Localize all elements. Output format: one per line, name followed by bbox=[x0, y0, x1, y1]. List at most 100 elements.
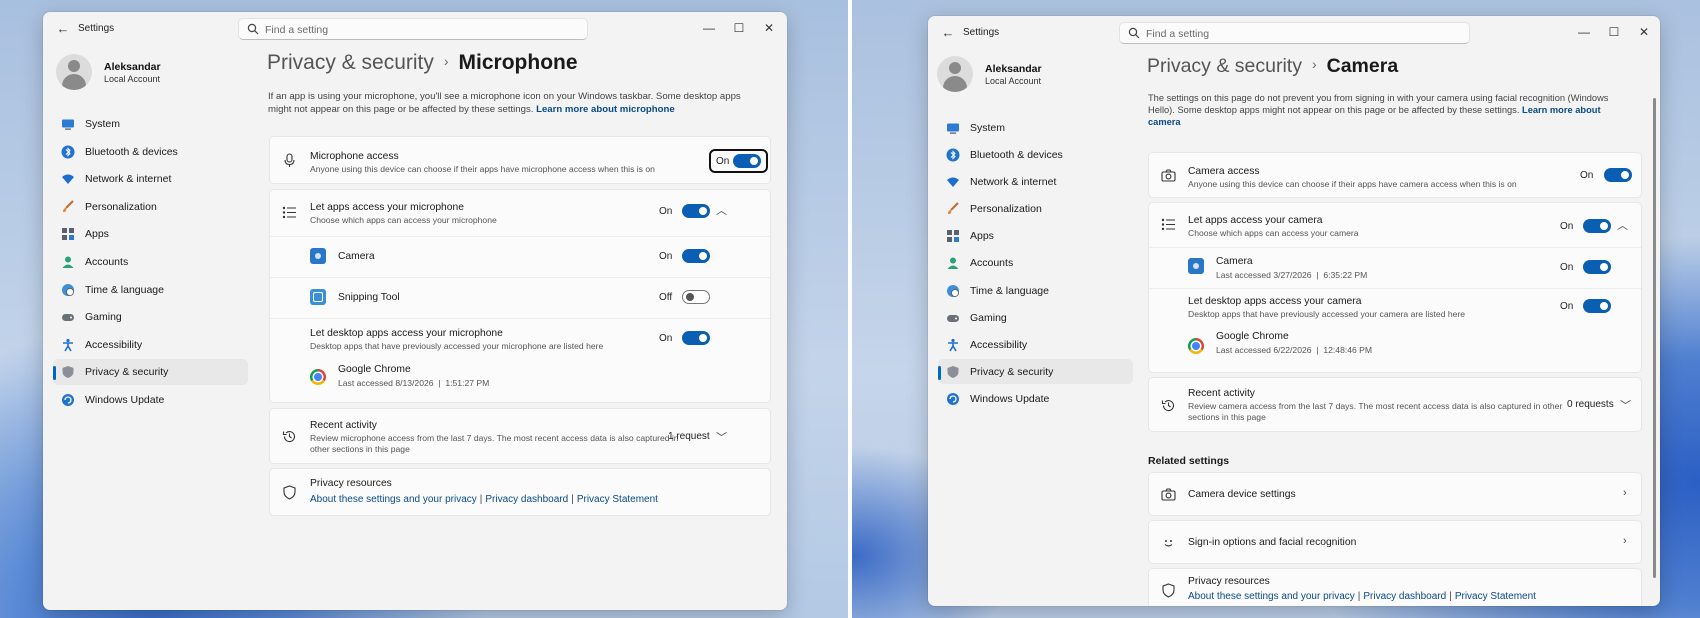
minimize-button[interactable]: — bbox=[1570, 22, 1598, 42]
about-privacy-link[interactable]: About these settings and your privacy bbox=[310, 494, 477, 505]
toggle-state: On bbox=[1560, 262, 1574, 273]
app-row-camera: Camera On bbox=[270, 237, 770, 277]
camera-access-toggle[interactable] bbox=[1604, 168, 1632, 182]
setting-description-2: sections in this page bbox=[1188, 412, 1266, 422]
chevron-up-icon[interactable]: ︿ bbox=[1617, 217, 1628, 233]
sidebar-item-gaming[interactable]: Gaming bbox=[53, 304, 248, 330]
camera-app-icon bbox=[1188, 258, 1204, 274]
camera-app-toggle[interactable] bbox=[1583, 260, 1611, 274]
user-profile[interactable]: Aleksandar Local Account bbox=[937, 56, 1117, 96]
apps-icon bbox=[947, 230, 959, 243]
gamepad-icon bbox=[62, 314, 74, 322]
setting-title: Privacy resources bbox=[310, 478, 392, 489]
camera-icon bbox=[1161, 169, 1176, 182]
sidebar-item-accessibility[interactable]: Accessibility bbox=[53, 332, 248, 358]
learn-more-link-camera[interactable]: camera bbox=[1148, 117, 1181, 127]
snipping-tool-toggle[interactable] bbox=[682, 290, 710, 304]
app-title: Settings bbox=[78, 23, 115, 34]
learn-more-link[interactable]: Learn more about microphone bbox=[536, 104, 675, 115]
chevron-up-icon[interactable]: ︿ bbox=[716, 202, 727, 218]
learn-more-link[interactable]: Learn more about bbox=[1522, 105, 1601, 115]
chevron-down-icon[interactable]: ﹀ bbox=[1620, 397, 1631, 413]
desktop-apps-toggle[interactable] bbox=[1583, 299, 1611, 313]
breadcrumb-separator: › bbox=[1311, 56, 1317, 72]
let-apps-access-toggle[interactable] bbox=[1583, 219, 1611, 233]
sidebar-item-system[interactable]: System bbox=[938, 115, 1133, 141]
app-title: Settings bbox=[963, 27, 1000, 38]
sidebar-item-accessibility[interactable]: Accessibility bbox=[938, 332, 1133, 358]
sidebar-item-network[interactable]: Network & internet bbox=[938, 169, 1133, 195]
privacy-dashboard-link[interactable]: Privacy dashboard bbox=[485, 494, 568, 505]
maximize-button[interactable]: ☐ bbox=[1600, 22, 1628, 42]
accessibility-icon bbox=[948, 338, 958, 352]
minimize-button[interactable]: — bbox=[695, 18, 723, 38]
user-name: Aleksandar bbox=[985, 63, 1042, 75]
sidebar-item-bluetooth[interactable]: Bluetooth & devices bbox=[53, 139, 248, 165]
sidebar-item-label: Personalization bbox=[85, 200, 157, 213]
user-profile[interactable]: Aleksandar Local Account bbox=[56, 54, 236, 94]
camera-access-card: Camera access Anyone using this device c… bbox=[1148, 152, 1642, 198]
camera-app-toggle[interactable] bbox=[682, 249, 710, 263]
setting-description: Anyone using this device can choose if t… bbox=[310, 164, 655, 174]
sidebar-item-apps[interactable]: Apps bbox=[53, 221, 248, 247]
privacy-links: About these settings and your privacy | Pr… bbox=[1188, 591, 1536, 602]
about-privacy-link[interactable]: About these settings and your privacy bbox=[1188, 591, 1355, 602]
person-icon bbox=[62, 256, 74, 268]
recent-activity-card[interactable]: Recent activity Review microphone access… bbox=[269, 408, 771, 464]
recent-activity-card[interactable]: Recent activity Review camera access fro… bbox=[1148, 377, 1642, 432]
maximize-button[interactable]: ☐ bbox=[725, 18, 753, 38]
sidebar-item-gaming[interactable]: Gaming bbox=[938, 305, 1133, 331]
sidebar-item-time-language[interactable]: Time & language bbox=[53, 277, 248, 303]
sign-in-options-card[interactable]: Sign-in options and facial recognition › bbox=[1148, 520, 1642, 564]
search-box[interactable]: Find a setting bbox=[238, 18, 588, 40]
sidebar-item-personalization[interactable]: Personalization bbox=[938, 196, 1133, 222]
desktop-apps-toggle[interactable] bbox=[682, 331, 710, 345]
camera-icon bbox=[1161, 488, 1176, 501]
sidebar-item-accounts[interactable]: Accounts bbox=[938, 250, 1133, 276]
back-button[interactable]: ← bbox=[53, 20, 73, 38]
sidebar-item-accounts[interactable]: Accounts bbox=[53, 249, 248, 275]
setting-title: Camera device settings bbox=[1188, 489, 1296, 500]
search-icon bbox=[247, 23, 259, 35]
breadcrumb-parent[interactable]: Privacy & security bbox=[1147, 55, 1302, 77]
history-icon bbox=[282, 431, 295, 443]
app-name: Snipping Tool bbox=[338, 292, 400, 303]
sidebar-item-bluetooth[interactable]: Bluetooth & devices bbox=[938, 142, 1133, 168]
sidebar-item-windows-update[interactable]: Windows Update bbox=[53, 387, 248, 413]
breadcrumb-parent[interactable]: Privacy & security bbox=[267, 51, 434, 74]
last-accessed: Last accessed 3/27/2026 | 6:35:22 PM bbox=[1216, 270, 1368, 280]
privacy-dashboard-link[interactable]: Privacy dashboard bbox=[1363, 591, 1446, 602]
search-box[interactable]: Find a setting bbox=[1119, 22, 1470, 44]
account-type: Local Account bbox=[985, 76, 1042, 86]
sidebar-item-label: Accessibility bbox=[970, 338, 1028, 351]
sidebar-item-label: Network & internet bbox=[85, 173, 172, 186]
sidebar-item-windows-update[interactable]: Windows Update bbox=[938, 386, 1133, 412]
sidebar-item-privacy-security[interactable]: Privacy & security bbox=[53, 359, 248, 386]
search-placeholder: Find a setting bbox=[1146, 28, 1210, 40]
chevron-down-icon[interactable]: ﹀ bbox=[716, 429, 727, 445]
scrollbar[interactable] bbox=[1653, 98, 1656, 578]
back-button[interactable]: ← bbox=[938, 24, 958, 42]
sidebar-item-time-language[interactable]: Time & language bbox=[938, 278, 1133, 304]
title-bar: ← Settings Find a setting — ☐ ✕ bbox=[43, 12, 787, 46]
sidebar-item-network[interactable]: Network & internet bbox=[53, 166, 248, 192]
sidebar-item-label: Network & internet bbox=[970, 176, 1057, 189]
sidebar-item-personalization[interactable]: Personalization bbox=[53, 194, 248, 220]
microphone-access-toggle[interactable] bbox=[733, 154, 761, 168]
setting-description: Desktop apps that have previously access… bbox=[310, 341, 604, 351]
sidebar-item-system[interactable]: System bbox=[53, 111, 248, 137]
close-button[interactable]: ✕ bbox=[755, 18, 783, 38]
sidebar-item-privacy-security[interactable]: Privacy & security bbox=[938, 358, 1133, 385]
privacy-statement-link[interactable]: Privacy Statement bbox=[577, 494, 658, 505]
close-button[interactable]: ✕ bbox=[1630, 22, 1658, 42]
sidebar-item-label: Accessibility bbox=[85, 338, 143, 351]
let-apps-access-toggle[interactable] bbox=[682, 204, 710, 218]
microphone-access-card: Microphone access Anyone using this devi… bbox=[269, 136, 771, 184]
toggle-state: On bbox=[659, 333, 673, 344]
app-row-camera: Camera Last accessed 3/27/2026 | 6:35:22… bbox=[1149, 248, 1641, 288]
sidebar-item-apps[interactable]: Apps bbox=[938, 223, 1133, 249]
setting-description: Choose which apps can access your camera bbox=[1188, 228, 1359, 238]
camera-device-settings-card[interactable]: Camera device settings › bbox=[1148, 472, 1642, 516]
setting-title: Microphone access bbox=[310, 151, 399, 162]
privacy-statement-link[interactable]: Privacy Statement bbox=[1455, 591, 1536, 602]
